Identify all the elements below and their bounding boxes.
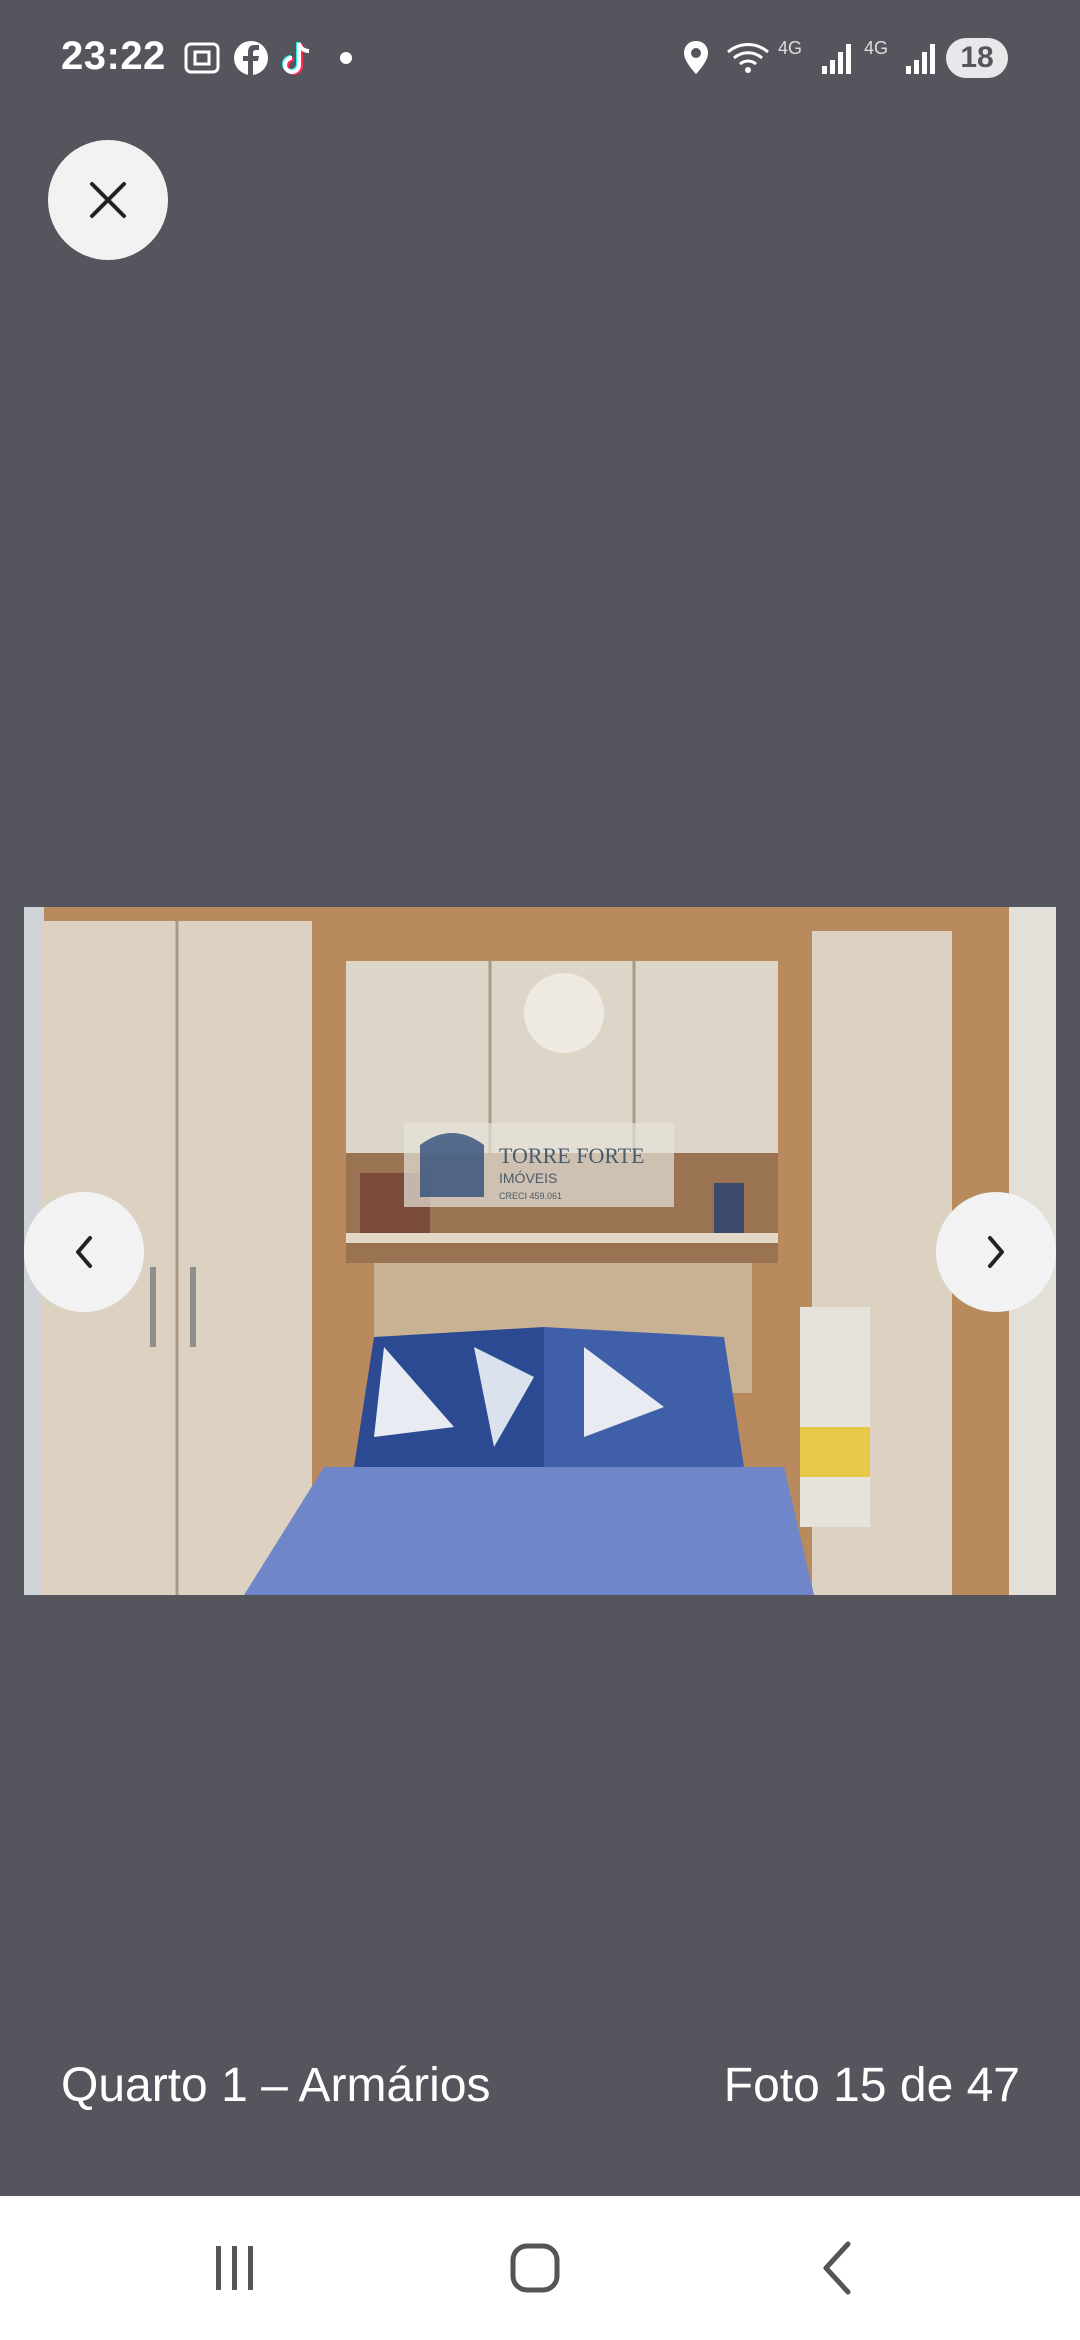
- photo-counter: Foto 15 de 47: [723, 2059, 1020, 2112]
- recents-button[interactable]: [194, 2236, 274, 2300]
- home-button[interactable]: [495, 2236, 575, 2300]
- recents-icon: [216, 2246, 253, 2290]
- signal-icon: [822, 44, 851, 74]
- wifi-icon: [727, 43, 769, 73]
- watermark-sub: IMÓVEIS: [499, 1170, 557, 1186]
- close-icon: [90, 182, 126, 218]
- close-button[interactable]: [48, 140, 168, 260]
- chevron-right-icon: [988, 1236, 1004, 1268]
- back-button[interactable]: [798, 2236, 878, 2300]
- watermark-creci: CRECI 459.061: [499, 1191, 562, 1201]
- facebook-icon: [234, 41, 268, 75]
- system-nav-bar: [0, 2196, 1080, 2340]
- bedroom-photo: TORRE FORTE IMÓVEIS CRECI 459.061: [24, 907, 1056, 1595]
- photo-caption: Quarto 1 – Armários: [61, 2059, 491, 2112]
- location-icon: [684, 41, 708, 74]
- status-bar: 23:22 4G 4G 18: [0, 0, 1080, 120]
- chevron-left-icon: [76, 1236, 92, 1268]
- battery-level: 18: [946, 38, 1008, 78]
- back-icon: [823, 2241, 851, 2295]
- previous-photo-button[interactable]: [24, 1192, 144, 1312]
- status-time: 23:22: [61, 34, 166, 78]
- gallery-photo: TORRE FORTE IMÓVEIS CRECI 459.061: [24, 907, 1056, 1595]
- signal-icon-2: [906, 44, 935, 74]
- network-type-label: 4G: [778, 38, 803, 58]
- screenshot-icon: [184, 42, 220, 74]
- next-photo-button[interactable]: [936, 1192, 1056, 1312]
- notification-dot: [340, 52, 352, 64]
- network-type-label-2: 4G: [864, 38, 889, 58]
- tiktok-icon: [282, 42, 310, 75]
- watermark-name: TORRE FORTE: [499, 1143, 645, 1168]
- home-icon: [510, 2243, 560, 2293]
